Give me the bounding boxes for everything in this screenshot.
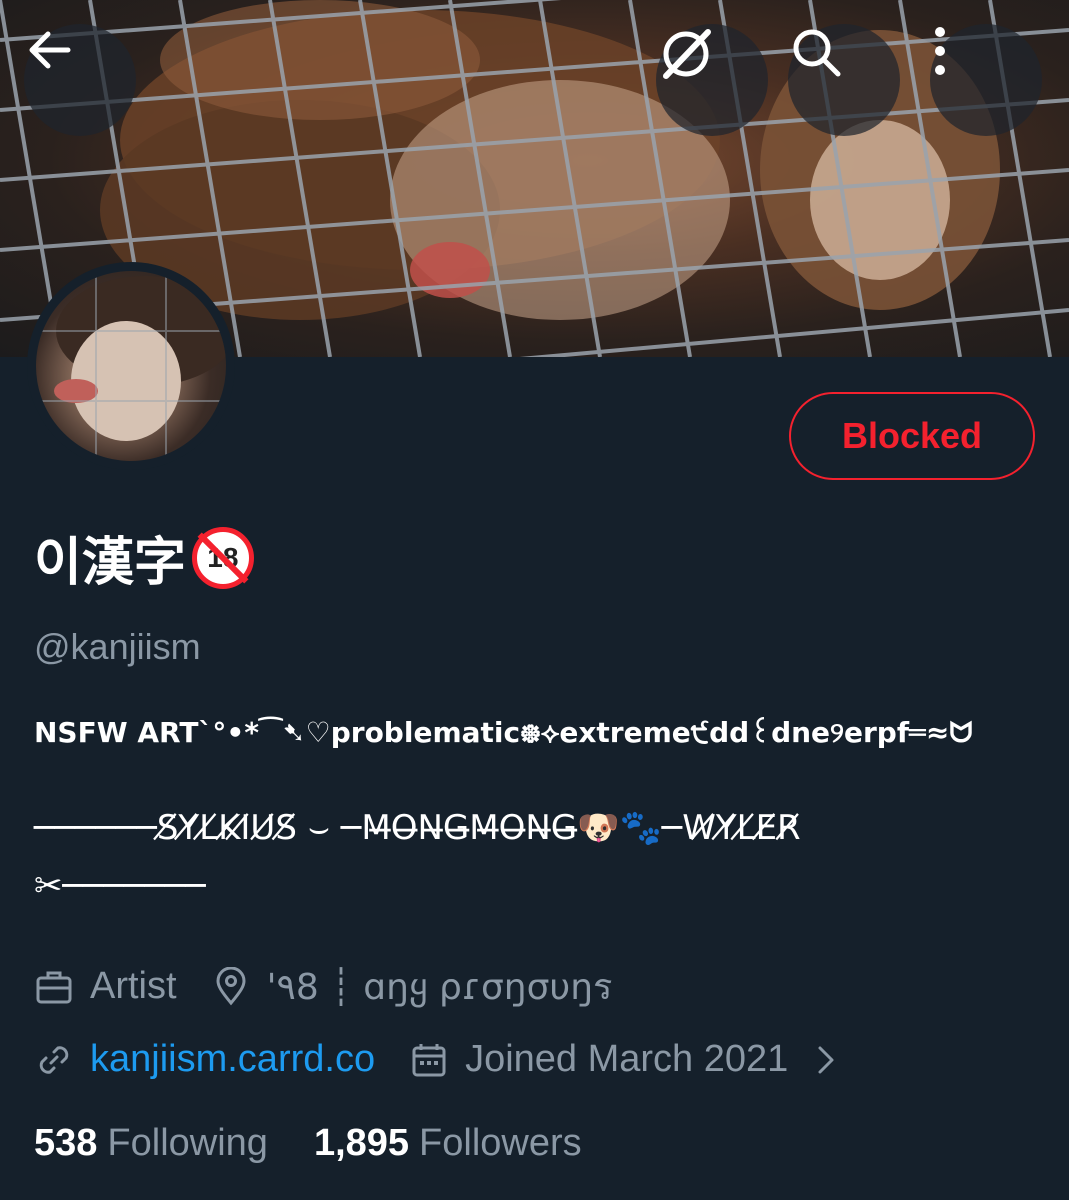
- bio-line-3: ✂───────: [34, 866, 206, 906]
- follow-stats: 538 Following 1,895 Followers: [34, 1122, 582, 1165]
- display-name-text: 이漢字: [34, 534, 186, 592]
- more-button[interactable]: [930, 24, 1042, 136]
- avatar-image: [36, 271, 226, 461]
- joined-text: Joined March 2021: [465, 1038, 789, 1080]
- bio-line-2: ──────S̸Y̸L̸K̸I̸U̸S̸ ⌣ ─M̶O̶N̶G̶M̶O̶N̶G̶…: [34, 808, 801, 848]
- profession-text: Artist: [90, 965, 177, 1007]
- chevron-right-icon: [818, 1046, 834, 1073]
- website-link[interactable]: kanjiism.carrd.co: [90, 1038, 375, 1081]
- briefcase-icon: [36, 971, 72, 1003]
- profile-meta-row-2: kanjiism.carrd.co Joined March 2021: [34, 1038, 840, 1081]
- following-count: 538: [34, 1122, 98, 1164]
- profile-meta-row: Artist '٩8 ┊ ɑŋყ ρɾσŋσυŋร: [34, 958, 612, 1015]
- following-label: Following: [107, 1122, 268, 1164]
- location-item: '٩8 ┊ ɑŋყ ρɾσŋσυŋร: [211, 958, 613, 1015]
- back-button[interactable]: [24, 24, 136, 136]
- website-item[interactable]: kanjiism.carrd.co: [34, 1038, 375, 1081]
- avatar-artwork: [36, 271, 226, 461]
- location-text: '٩8 ┊ ɑŋყ ρɾσŋσυŋร: [266, 967, 613, 1008]
- followers-stat[interactable]: 1,895 Followers: [314, 1122, 582, 1165]
- following-stat[interactable]: 538 Following: [34, 1122, 268, 1165]
- link-icon: [39, 1045, 69, 1074]
- calendar-icon: [412, 1043, 446, 1076]
- search-icon: [793, 29, 841, 77]
- search-button[interactable]: [788, 24, 900, 136]
- profile-avatar[interactable]: [27, 262, 235, 470]
- bio-line-1: NSFW ART`°•*⁀➷♡problematic᪥⟡extreme੯dd꒰d…: [34, 716, 973, 749]
- followers-count: 1,895: [313, 1122, 410, 1164]
- display-name: 이漢字 18: [34, 520, 254, 595]
- arrow-left-icon: [29, 31, 71, 69]
- profile-handle: @kanjiism: [34, 626, 201, 667]
- grok-button[interactable]: [656, 24, 768, 136]
- blocked-button[interactable]: Blocked: [789, 392, 1035, 480]
- joined-item[interactable]: Joined March 2021: [409, 1038, 840, 1081]
- location-pin-icon: [216, 966, 246, 1005]
- no-under-18-icon: 18: [191, 526, 254, 589]
- followers-label: Followers: [419, 1122, 582, 1164]
- more-vertical-icon: [935, 27, 945, 75]
- grok-icon: [663, 29, 711, 79]
- age-badge-number: 18: [207, 541, 239, 573]
- profession-item: Artist: [34, 965, 177, 1008]
